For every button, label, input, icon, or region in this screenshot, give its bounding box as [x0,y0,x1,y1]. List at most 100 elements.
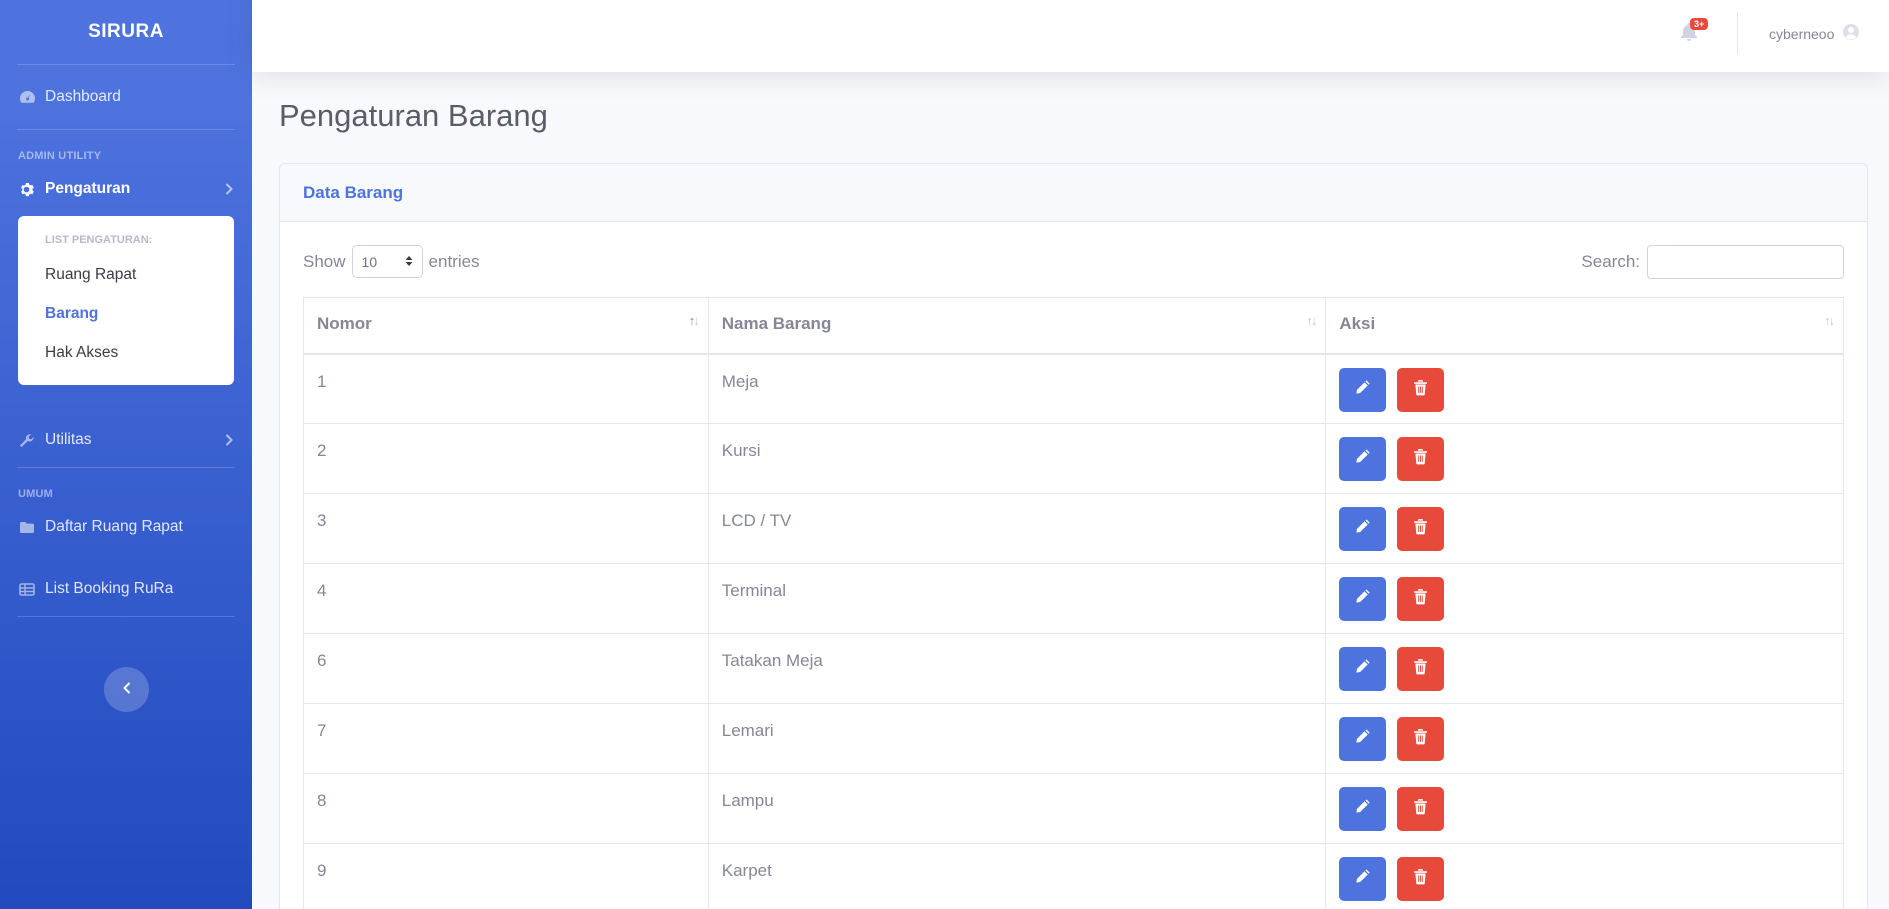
sidebar-item-dashboard[interactable]: Dashboard [0,65,252,129]
cell-aksi [1325,563,1844,634]
sort-icon: ↑↓ [1824,313,1835,328]
delete-button[interactable] [1397,437,1445,481]
cell-nama-barang: Meja [707,353,1327,424]
delete-button[interactable] [1397,787,1445,831]
edit-button[interactable] [1339,717,1387,761]
sidebar: SIRURA Dashboard ADMIN UTILITY Pengatura… [0,0,252,909]
submenu-item-barang[interactable]: Barang [18,295,234,334]
trash-icon [1413,379,1428,401]
delete-button[interactable] [1397,647,1445,691]
data-card: Data Barang Show 10 entries Search: Nomo [279,163,1868,909]
data-table: Nomor ↑↓ Nama Barang ↑↓ Aksi ↑↓ 1 Meja 2 Kursi… [303,297,1844,909]
trash-icon [1413,728,1428,750]
chevron-left-icon [122,681,131,699]
sidebar-item-label: Utilitas [45,431,92,448]
cell-aksi [1325,773,1844,844]
trash-icon [1413,798,1428,820]
entries-select-value: 10 [361,253,378,270]
table-row: 6 Tatakan Meja [303,633,1844,704]
alert-count-badge: 3+ [1690,18,1709,30]
trash-icon [1413,868,1428,890]
delete-button[interactable] [1397,577,1445,621]
page-title: Pengaturan Barang [279,98,548,133]
brand-logo[interactable]: SIRURA [0,0,252,64]
sidebar-item-daftar-ruang-rapat[interactable]: Daftar Ruang Rapat [0,502,252,552]
table-search: Search: [1581,245,1844,279]
sort-icon: ↑↓ [1306,313,1317,328]
edit-button[interactable] [1339,437,1387,481]
cell-nomor: 9 [303,843,709,909]
cell-nama-barang: LCD / TV [707,493,1327,564]
table-header-row: Nomor ↑↓ Nama Barang ↑↓ Aksi ↑↓ [303,297,1844,355]
user-menu[interactable]: cyberneoo [1769,23,1860,44]
cell-nomor: 8 [303,773,709,844]
cell-nama-barang: Lemari [707,703,1327,774]
table-row: 4 Terminal [303,563,1844,634]
column-header-aksi[interactable]: Aksi ↑↓ [1325,297,1844,355]
edit-button[interactable] [1339,367,1387,412]
delete-button[interactable] [1397,507,1445,551]
cell-nomor: 6 [303,633,709,704]
table-row: 7 Lemari [303,703,1844,774]
sidebar-heading-admin: ADMIN UTILITY [18,150,102,162]
pencil-icon [1354,379,1371,401]
sidebar-heading-umum: UMUM [18,488,54,500]
cell-nama-barang: Karpet [707,843,1327,909]
table-row: 9 Karpet [303,843,1844,909]
pencil-icon [1354,728,1371,750]
entries-select[interactable]: 10 [351,245,423,278]
cell-nama-barang: Lampu [707,773,1327,844]
wrench-icon [19,433,45,448]
delete-button[interactable] [1397,717,1445,761]
edit-button[interactable] [1339,857,1387,901]
submenu-item-hak-akses[interactable]: Hak Akses [18,334,234,373]
column-header-nomor[interactable]: Nomor ↑↓ [303,297,709,355]
trash-icon [1413,448,1428,470]
topbar-divider [1737,12,1738,54]
submenu-item-ruang-rapat[interactable]: Ruang Rapat [18,256,234,295]
show-label: Show [303,251,346,271]
sidebar-item-pengaturan[interactable]: Pengaturan [0,164,252,214]
chevron-right-icon [225,434,233,446]
cog-icon [19,182,45,197]
edit-button[interactable] [1339,647,1387,691]
sidebar-item-list-booking[interactable]: List Booking RuRa [0,564,252,614]
entries-length: Show 10 entries [303,245,480,278]
card-header: Data Barang [280,164,1867,222]
pencil-icon [1354,588,1371,610]
table-row: 2 Kursi [303,423,1844,494]
tachometer-icon [19,90,45,104]
cell-nomor: 2 [303,423,709,494]
sidebar-toggle-button[interactable] [104,667,149,712]
table-row: 8 Lampu [303,773,1844,844]
pengaturan-submenu: LIST PENGATURAN: Ruang Rapat Barang Hak … [18,216,234,385]
pencil-icon [1354,448,1371,470]
sidebar-item-label: Pengaturan [45,180,131,197]
cell-aksi [1325,843,1844,909]
username: cyberneoo [1769,25,1835,42]
search-label: Search: [1581,252,1640,271]
sort-arrows-icon [405,254,413,270]
sidebar-item-label: Dashboard [45,88,121,105]
edit-button[interactable] [1339,787,1387,831]
sidebar-item-utilitas[interactable]: Utilitas [0,415,252,465]
table-row: 3 LCD / TV [303,493,1844,564]
column-header-nama-barang[interactable]: Nama Barang ↑↓ [707,297,1327,355]
pencil-icon [1354,868,1371,890]
card-title: Data Barang [303,182,404,202]
sort-asc-icon: ↑↓ [688,313,700,328]
edit-button[interactable] [1339,507,1387,551]
edit-button[interactable] [1339,577,1387,621]
delete-button[interactable] [1397,857,1445,901]
cell-nomor: 7 [303,703,709,774]
table-icon [19,582,45,596]
pencil-icon [1354,798,1371,820]
sidebar-item-label: List Booking RuRa [45,580,174,597]
delete-button[interactable] [1397,367,1445,412]
search-input[interactable] [1647,245,1844,279]
cell-nomor: 4 [303,563,709,634]
cell-nomor: 1 [303,353,709,424]
trash-icon [1413,588,1428,610]
topbar [252,0,1889,72]
cell-nama-barang: Kursi [707,423,1327,494]
